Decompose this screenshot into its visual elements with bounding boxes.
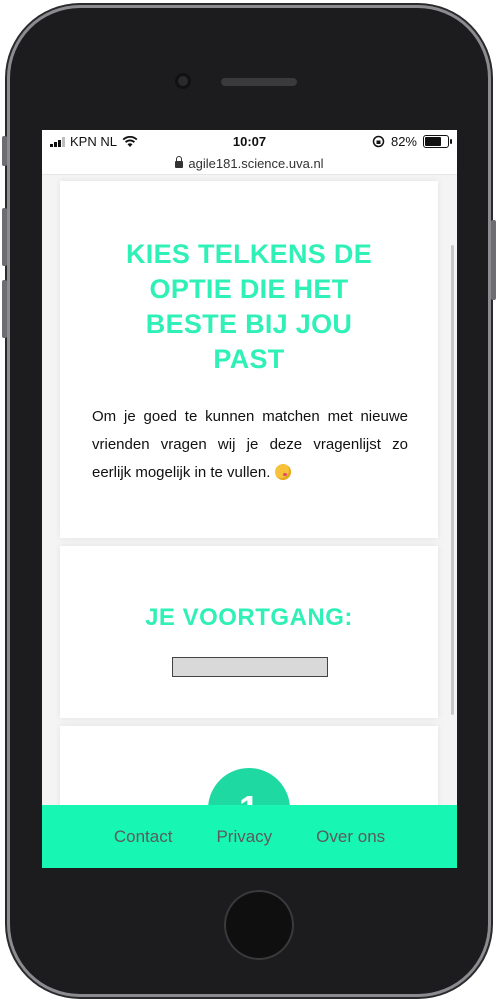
battery-level — [425, 137, 441, 146]
page-content: KIES TELKENS DE OPTIE DIE HET BESTE BIJ … — [42, 175, 457, 868]
power-button — [491, 220, 496, 300]
progress-title: JE VOORTGANG: — [145, 604, 353, 631]
address-bar[interactable]: agile181.science.uva.nl — [42, 152, 457, 175]
footer-link-privacy[interactable]: Privacy — [216, 827, 272, 847]
rotation-lock-icon — [372, 135, 385, 148]
status-bar: KPN NL 10:07 82% — [42, 130, 457, 152]
wink-kiss-emoji-icon — [274, 464, 291, 480]
footer: Contact Privacy Over ons — [42, 805, 457, 868]
front-camera — [175, 73, 191, 89]
progress-bar — [172, 657, 328, 677]
footer-link-contact[interactable]: Contact — [114, 827, 173, 847]
screen: KPN NL 10:07 82% agile181.science.uva.nl… — [42, 130, 457, 868]
volume-down-button — [2, 280, 7, 338]
battery-percent: 82% — [390, 134, 417, 149]
footer-link-over-ons[interactable]: Over ons — [316, 827, 385, 847]
progress-card: JE VOORTGANG: — [60, 546, 438, 718]
intro-title: KIES TELKENS DE OPTIE DIE HET BESTE BIJ … — [125, 239, 373, 374]
earpiece-speaker — [221, 78, 297, 86]
home-button[interactable] — [224, 890, 294, 960]
url-text: agile181.science.uva.nl — [188, 155, 324, 171]
intro-text-body: Om je goed te kunnen matchen met nieuwe … — [92, 408, 408, 481]
lock-icon — [175, 156, 184, 168]
silent-switch — [2, 136, 7, 166]
scrollbar[interactable] — [451, 245, 454, 715]
intro-text: Om je goed te kunnen matchen met nieuwe … — [92, 403, 408, 487]
intro-card: KIES TELKENS DE OPTIE DIE HET BESTE BIJ … — [60, 181, 438, 538]
volume-up-button — [2, 208, 7, 266]
battery-icon — [423, 135, 452, 148]
